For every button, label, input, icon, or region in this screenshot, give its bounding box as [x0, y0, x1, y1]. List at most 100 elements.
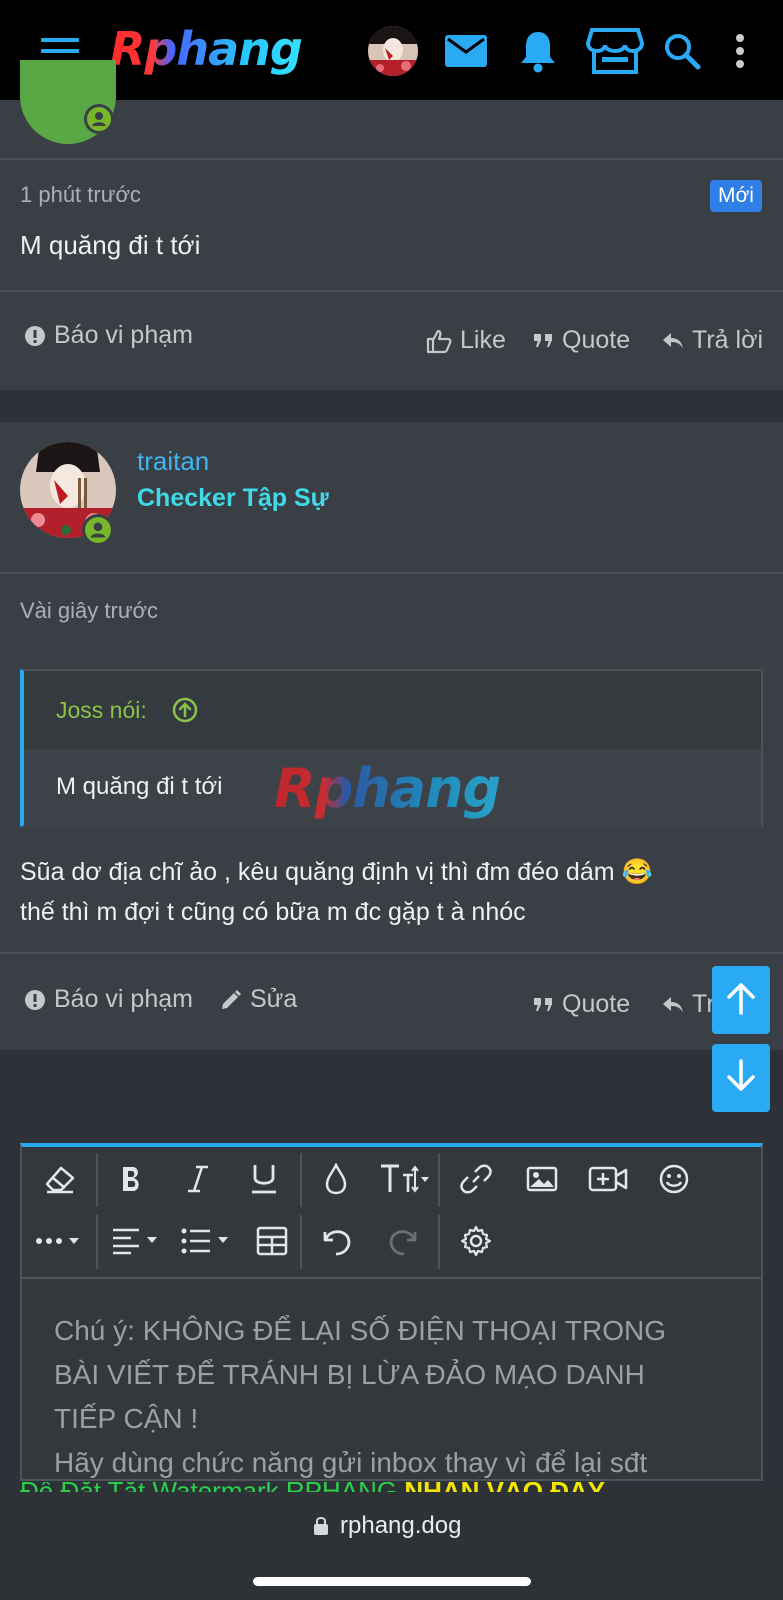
quote-block: Joss nói: M quăng đi t tới Rphang — [20, 669, 763, 827]
align-button[interactable] — [102, 1217, 172, 1269]
list-button[interactable] — [172, 1217, 242, 1269]
alert-icon — [24, 325, 46, 347]
mail-icon[interactable] — [443, 24, 489, 78]
reply-button[interactable]: Trả lời — [662, 326, 763, 355]
search-icon[interactable] — [660, 24, 704, 78]
quote-icon — [534, 332, 554, 350]
watermark-logo: Rphang — [274, 757, 501, 820]
more-horizontal-icon — [35, 1234, 85, 1253]
bold-icon — [119, 1164, 145, 1199]
quote-body: M quăng đi t tới Rphang — [24, 749, 761, 827]
url-text[interactable]: rphang.dog — [340, 1512, 461, 1540]
post-1-actions: Báo vi phạm Like Quote Trả lời — [0, 292, 783, 390]
editor-placeholder-line: TIẾP CẬN ! — [54, 1403, 199, 1434]
post-time: Vài giây trước — [20, 598, 158, 623]
thumbs-up-icon — [426, 328, 452, 354]
arrow-up-icon — [725, 981, 757, 1020]
toolbar-separator — [96, 1215, 98, 1269]
like-button[interactable]: Like — [426, 326, 506, 355]
undo-button[interactable] — [306, 1217, 366, 1269]
alert-icon — [24, 989, 46, 1011]
editor-placeholder-line: Chú ý: KHÔNG ĐỂ LẠI SỐ ĐIỆN THOẠI TRONG — [54, 1315, 666, 1346]
post-content-line-2: thế thì m đợi t cũng có bữa m đc gặp t à… — [20, 898, 526, 926]
watermark-promo[interactable]: Để Đặt Tắt Watermark RPHANG NHẤN VÀO ĐÂY — [20, 1482, 763, 1492]
edit-button[interactable]: Sửa — [220, 985, 297, 1014]
reply-editor: Chú ý: KHÔNG ĐỂ LẠI SỐ ĐIỆN THOẠI TRONG … — [20, 1143, 763, 1481]
site-logo[interactable]: Rphang — [110, 22, 303, 76]
smile-icon — [658, 1163, 690, 1200]
toolbar-separator — [438, 1215, 440, 1269]
post-2-actions: Báo vi phạm Sửa Quote Tr — [0, 954, 783, 1050]
scroll-top-button[interactable] — [712, 966, 770, 1034]
online-status-icon — [82, 514, 114, 546]
bell-icon[interactable] — [515, 24, 561, 78]
reply-icon — [662, 331, 684, 351]
pencil-icon — [220, 989, 242, 1011]
font-size-button[interactable] — [374, 1155, 434, 1207]
quote-icon — [534, 996, 554, 1014]
undo-icon — [319, 1224, 353, 1263]
quote-label: Quote — [562, 326, 631, 354]
promo-text: Để Đặt Tắt Watermark RPHANG — [20, 1482, 397, 1492]
post-content: M quăng đi t tới — [20, 230, 201, 260]
report-label: Báo vi phạm — [54, 321, 193, 349]
link-icon — [460, 1163, 492, 1200]
store-icon[interactable] — [584, 24, 646, 78]
video-plus-icon — [588, 1165, 628, 1198]
online-status-icon — [84, 104, 114, 134]
redo-icon — [387, 1224, 421, 1263]
reply-button[interactable]: Tr — [662, 990, 715, 1019]
quote-button[interactable]: Quote — [534, 990, 630, 1019]
text-color-button[interactable] — [306, 1155, 366, 1207]
report-button[interactable]: Báo vi phạm — [24, 985, 193, 1014]
emoji-button[interactable] — [644, 1155, 704, 1207]
toolbar-separator — [438, 1153, 440, 1207]
underline-icon — [250, 1163, 278, 1200]
like-label: Like — [460, 326, 506, 354]
more-vertical-icon[interactable] — [728, 24, 752, 78]
italic-icon — [186, 1164, 210, 1199]
bold-button[interactable] — [102, 1155, 162, 1207]
insert-table-button[interactable] — [242, 1217, 302, 1269]
insert-link-button[interactable] — [446, 1155, 506, 1207]
editor-text-area[interactable]: Chú ý: KHÔNG ĐỂ LẠI SỐ ĐIỆN THOẠI TRONG … — [22, 1277, 761, 1481]
gear-icon — [460, 1225, 492, 1262]
editor-placeholder-line: Hãy dùng chức năng gửi inbox thay vì để … — [54, 1447, 648, 1478]
reply-icon — [662, 995, 684, 1015]
home-indicator[interactable] — [253, 1577, 531, 1586]
more-options-button[interactable] — [30, 1217, 90, 1269]
insert-image-button[interactable] — [512, 1155, 572, 1207]
droplet-icon — [324, 1161, 348, 1200]
promo-link[interactable]: NHẤN VÀO ĐÂY — [404, 1482, 605, 1492]
avatar[interactable] — [368, 26, 418, 76]
insert-video-button[interactable] — [578, 1155, 638, 1207]
editor-placeholder-line: BÀI VIẾT ĐỂ TRÁNH BỊ LỪA ĐẢO MẠO DANH — [54, 1359, 645, 1390]
lock-icon — [313, 1516, 329, 1541]
post-content-line-1: Sũa dơ địa chĩ ảo , kêu quăng định vị th… — [20, 858, 653, 886]
redo-button[interactable] — [374, 1217, 434, 1269]
toolbar-separator — [300, 1215, 302, 1269]
username[interactable]: traitan — [137, 446, 209, 477]
settings-button[interactable] — [446, 1217, 506, 1269]
new-badge: Mới — [710, 180, 762, 212]
eraser-icon — [43, 1164, 77, 1199]
post-2-user-header: traitan Checker Tập Sự — [0, 422, 783, 572]
scroll-bottom-button[interactable] — [712, 1044, 770, 1112]
italic-button[interactable] — [168, 1155, 228, 1207]
table-icon — [256, 1226, 288, 1261]
quote-header: Joss nói: — [24, 671, 761, 749]
clear-format-button[interactable] — [30, 1155, 90, 1207]
underline-button[interactable] — [234, 1155, 294, 1207]
report-button[interactable]: Báo vi phạm — [24, 321, 193, 350]
arrow-up-circle-icon[interactable] — [172, 697, 198, 728]
text-size-icon — [379, 1163, 429, 1200]
post-time: 1 phút trước — [20, 182, 141, 207]
quote-author[interactable]: Joss nói: — [56, 697, 147, 724]
toolbar-separator — [96, 1153, 98, 1207]
toolbar-separator — [300, 1153, 302, 1207]
quote-label: Quote — [562, 990, 631, 1018]
post-1-user-header — [0, 60, 783, 158]
report-label: Báo vi phạm — [54, 985, 193, 1013]
list-icon — [180, 1227, 234, 1260]
quote-button[interactable]: Quote — [534, 326, 630, 355]
